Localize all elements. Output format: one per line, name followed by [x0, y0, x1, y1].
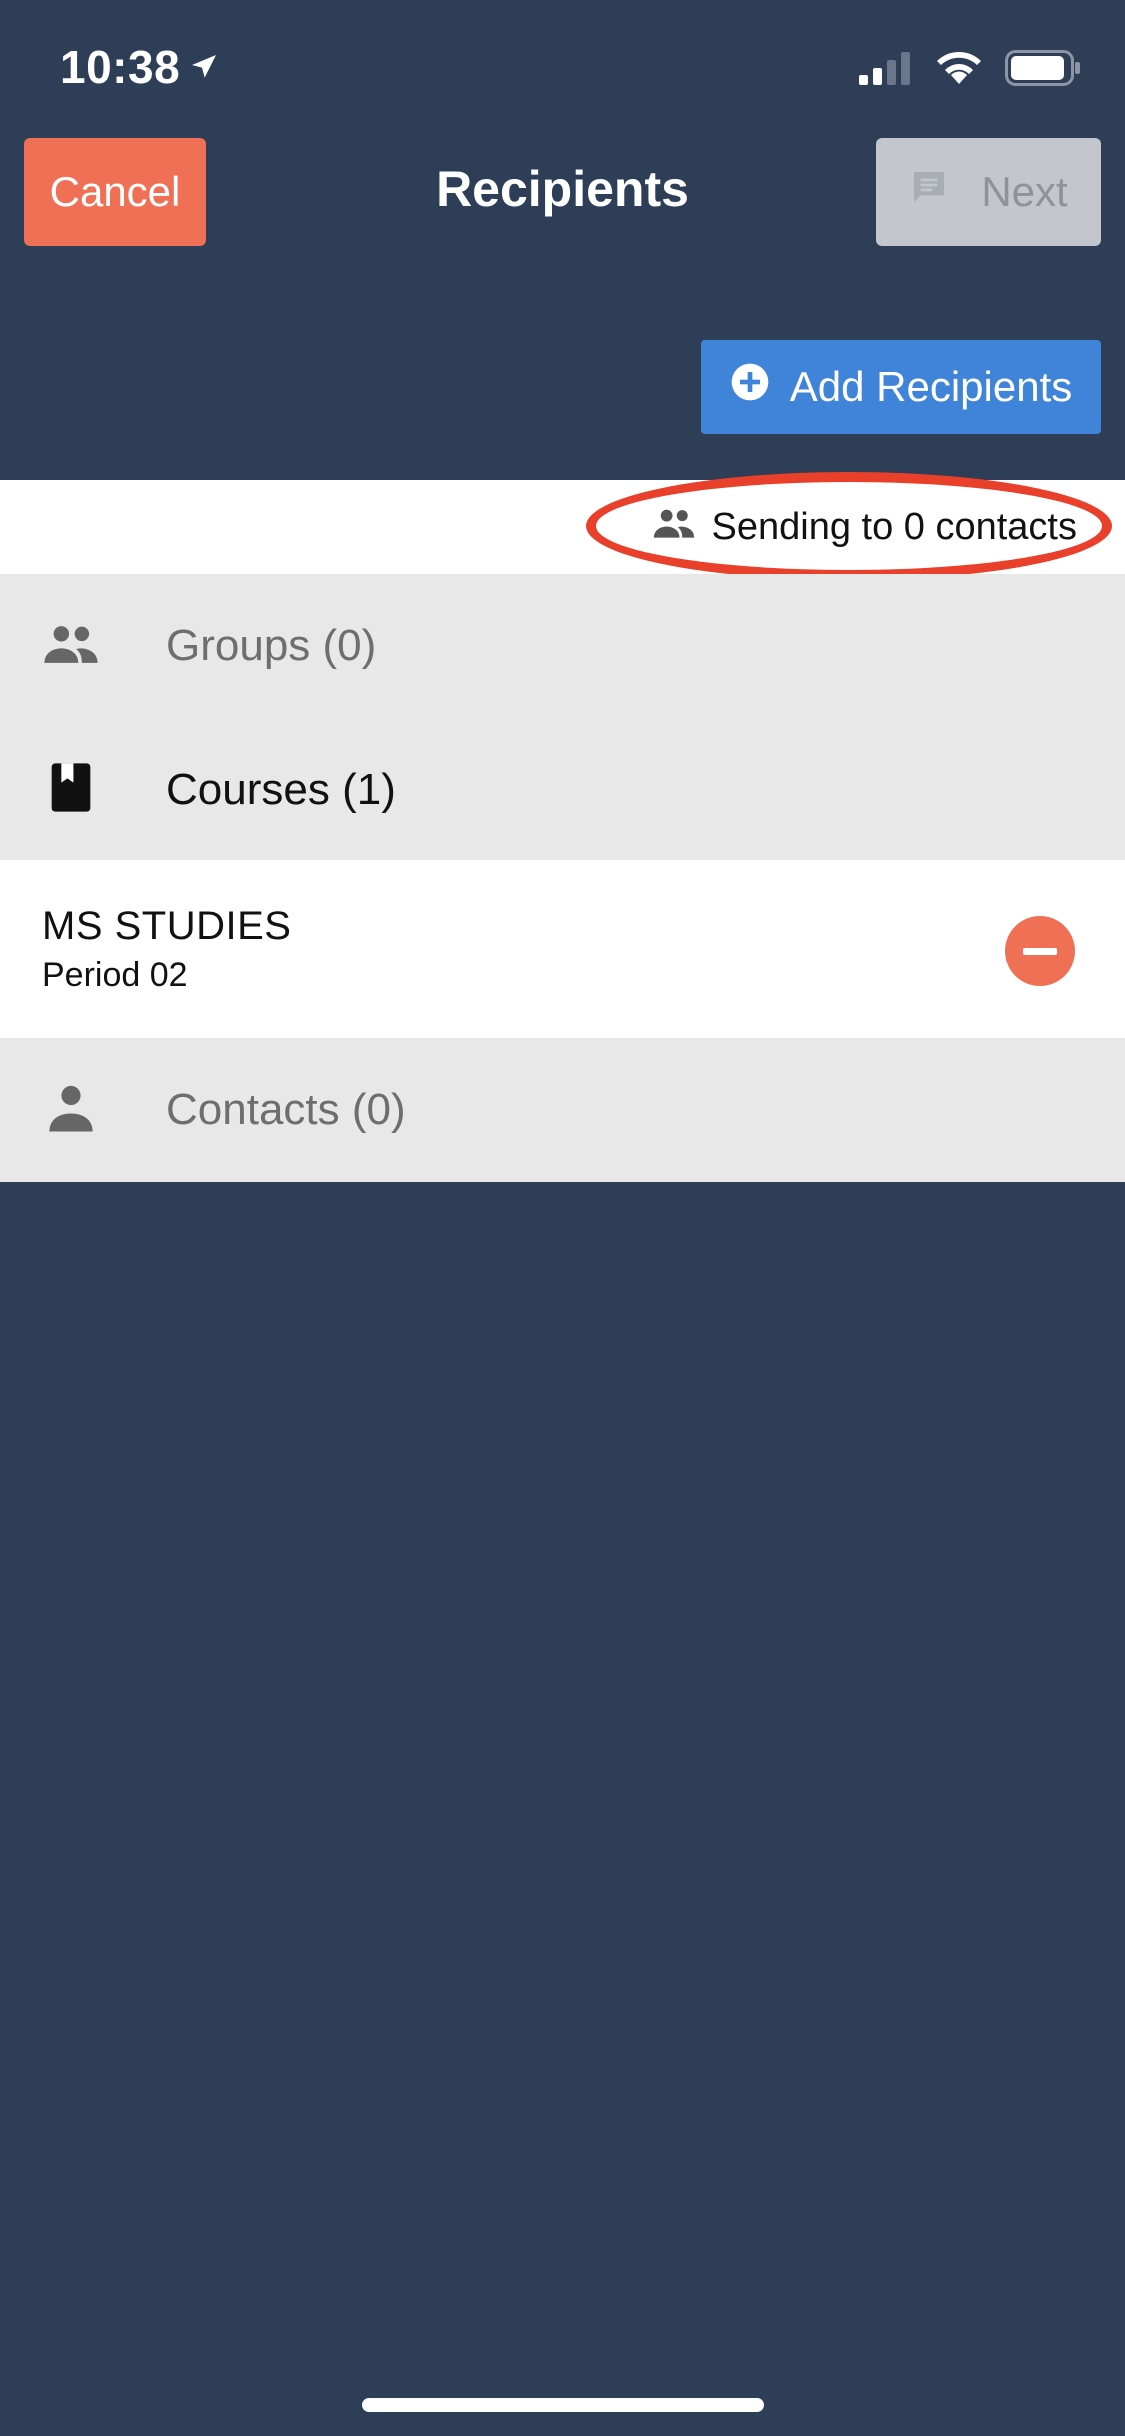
- wifi-icon: [935, 50, 983, 91]
- remove-course-button[interactable]: [1005, 916, 1075, 986]
- person-icon: [42, 1084, 100, 1137]
- people-icon: [42, 624, 100, 669]
- section-courses-label: Courses (1): [166, 765, 396, 814]
- section-groups[interactable]: Groups (0): [0, 574, 1125, 718]
- course-period: Period 02: [42, 956, 188, 994]
- section-contacts[interactable]: Contacts (0): [0, 1038, 1125, 1182]
- add-recipients-button[interactable]: Add Recipients: [701, 340, 1101, 434]
- location-arrow-icon: [188, 40, 220, 94]
- add-recipients-label: Add Recipients: [789, 363, 1073, 410]
- status-time: 10:38: [60, 40, 220, 94]
- section-contacts-label: Contacts (0): [166, 1085, 406, 1134]
- battery-icon: [1005, 50, 1081, 91]
- message-icon: [909, 167, 949, 217]
- course-list-item[interactable]: MS STUDIES Period 02: [0, 860, 1125, 1038]
- next-button[interactable]: Next: [876, 138, 1101, 246]
- section-courses[interactable]: Courses (1): [0, 718, 1125, 862]
- recipients-screen: 10:38 Cancel Recipients Next Add Recipie…: [0, 0, 1125, 2436]
- home-indicator[interactable]: [362, 2398, 764, 2412]
- status-icons: [857, 50, 1081, 91]
- section-groups-label: Groups (0): [166, 621, 377, 670]
- course-title: MS STUDIES: [42, 904, 292, 948]
- book-icon: [42, 759, 100, 822]
- next-button-label: Next: [981, 168, 1068, 215]
- annotation-highlight-oval: [586, 472, 1112, 580]
- cellular-signal-icon: [857, 51, 913, 90]
- status-time-text: 10:38: [60, 41, 181, 93]
- add-circle-icon: [730, 362, 770, 412]
